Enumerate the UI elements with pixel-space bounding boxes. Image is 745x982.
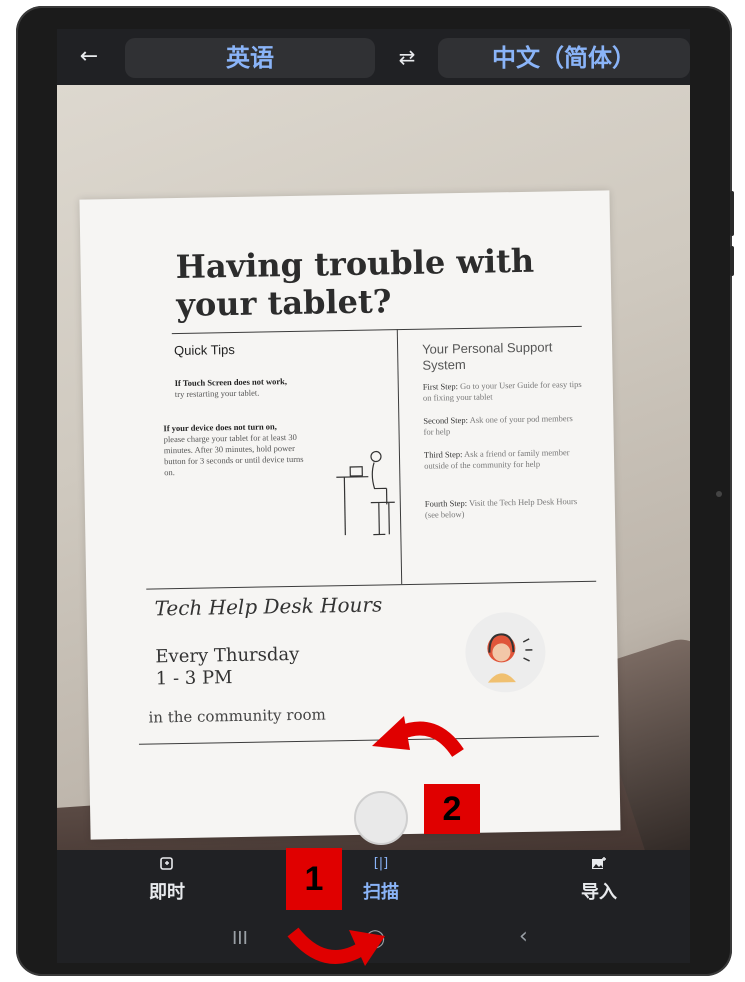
mode-instant-label: 即时 (149, 882, 185, 903)
annotation-curved-arrow-up (372, 716, 464, 758)
target-language-button[interactable]: 中文（简体） (438, 38, 690, 78)
shutter-button[interactable] (354, 791, 408, 845)
side-button-power (730, 246, 734, 276)
language-bar: ← 英语 ⇄ 中文（简体） (57, 29, 690, 85)
flyer-title: Having trouble with your tablet? (175, 241, 535, 324)
tip-1: If Touch Screen does not work, try restar… (174, 376, 287, 400)
person-at-desk-illustration (336, 450, 395, 536)
front-camera (716, 491, 722, 497)
help-desk-title: Tech Help Desk Hours (154, 592, 383, 621)
back-arrow-icon[interactable]: ← (71, 39, 107, 75)
nav-back-icon[interactable]: ‹ (519, 924, 528, 949)
tip-2: If your device does not turn on, please c… (163, 421, 304, 478)
mode-instant[interactable]: 即时 (107, 856, 227, 904)
divider (146, 580, 597, 590)
mode-import[interactable]: 导入 (539, 856, 659, 904)
annotation-tag-2: 2 (424, 784, 480, 834)
annotation-curved-arrow-down (287, 927, 385, 966)
step-3: Third Step: Ask a friend or family membe… (423, 447, 570, 471)
help-desk-location: in the community room (148, 705, 326, 727)
support-system-title: Your Personal Support System (421, 339, 553, 373)
mode-import-label: 导入 (581, 882, 617, 903)
quick-tips-title: Quick Tips (173, 341, 235, 359)
app-screen: ← 英语 ⇄ 中文（简体） Having trouble with your t… (57, 29, 690, 963)
side-button-volume (730, 191, 734, 236)
mode-selector: 即时 [|] 扫描 导入 (57, 850, 690, 920)
instant-translate-icon (107, 856, 227, 874)
annotation-tag-1: 1 (286, 848, 342, 910)
divider (138, 735, 599, 745)
help-desk-schedule: Every Thursday 1 - 3 PM (155, 643, 300, 690)
support-agent-icon (464, 611, 547, 694)
divider (171, 325, 582, 335)
import-image-icon (539, 856, 659, 874)
swap-languages-icon[interactable]: ⇄ (385, 39, 429, 75)
step-4: Fourth Step: Visit the Tech Help Desk Ho… (424, 496, 578, 520)
scanned-flyer: Having trouble with your tablet? Quick T… (79, 190, 621, 840)
recents-icon[interactable]: III (232, 928, 248, 949)
step-1: First Step: Go to your User Guide for ea… (422, 378, 582, 403)
source-language-button[interactable]: 英语 (125, 38, 375, 78)
step-2: Second Step: Ask one of your pod members… (423, 413, 573, 437)
